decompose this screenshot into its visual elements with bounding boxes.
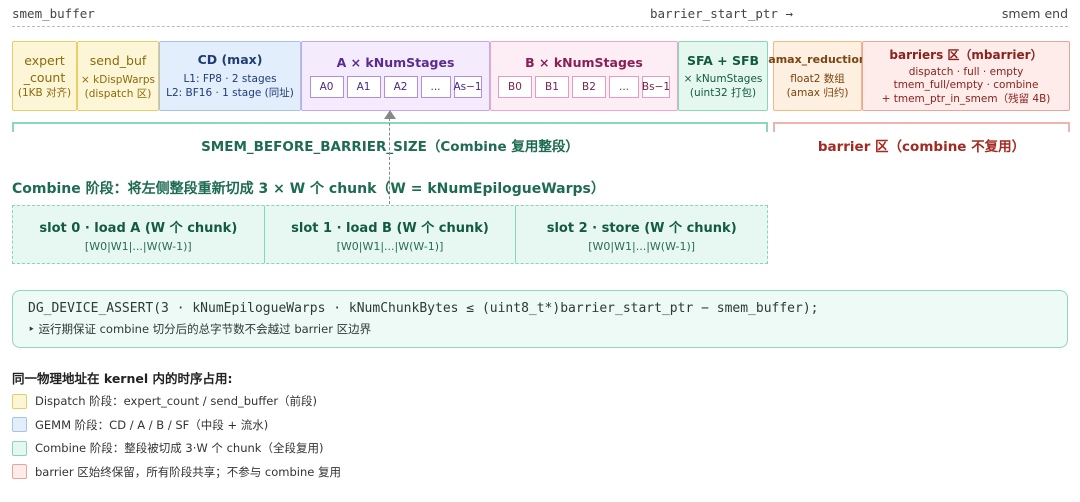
b-stage-row: B0 B1 B2 ... Bs−1 bbox=[498, 75, 670, 98]
slot-2-sub: [W0|W1|...|W(W-1)] bbox=[588, 239, 696, 253]
b-stage-cell: ... bbox=[609, 75, 639, 98]
legend-text-gemm: GEMM 阶段：CD / A / B / SF（中段 + 流水) bbox=[35, 417, 269, 432]
segment-sfa-sfb: SFA + SFB × kNumStages (uint32 打包) bbox=[678, 41, 768, 111]
segment-barriers: barriers 区（mbarrier） dispatch · full · e… bbox=[862, 41, 1070, 111]
device-assert-box: DG_DEVICE_ASSERT(3 · kNumEpilogueWarps ·… bbox=[12, 290, 1068, 348]
legend-item-gemm: GEMM 阶段：CD / A / B / SF（中段 + 流水) bbox=[12, 417, 341, 433]
segment-amax-reduction: amax_reduction float2 数组 (amax 归约) bbox=[768, 41, 867, 111]
segment-send-buf-sub2: (dispatch 区) bbox=[84, 87, 152, 100]
before-barrier-size-label: SMEM_BEFORE_BARRIER_SIZE（Combine 复用整段） bbox=[201, 139, 579, 155]
legend-swatch-barrier bbox=[12, 464, 27, 479]
combine-slots: slot 0 · load A (W 个 chunk) [W0|W1|...|W… bbox=[12, 205, 768, 264]
segment-send-buf-title: send_buf bbox=[89, 52, 147, 68]
segment-barriers-title: barriers 区（mbarrier） bbox=[889, 47, 1043, 62]
segment-send-buf: send_buf × kDispWarps (dispatch 区) bbox=[77, 41, 159, 111]
b-stage-cell: B1 bbox=[535, 75, 569, 98]
assert-code: DG_DEVICE_ASSERT(3 · kNumEpilogueWarps ·… bbox=[28, 301, 819, 316]
segment-sf-sub2: (uint32 打包) bbox=[689, 86, 757, 99]
legend-text-combine: Combine 阶段：整段被切成 3·W 个 chunk（全段复用) bbox=[35, 441, 324, 455]
slot-0-title: slot 0 · load A (W 个 chunk) bbox=[39, 220, 238, 236]
segment-expert-count: expert _count (1KB 对齐) bbox=[12, 41, 77, 111]
a-stage-cell: As−1 bbox=[453, 75, 482, 98]
legend-text-dispatch: Dispatch 阶段：expert_count / send_buffer（前… bbox=[35, 394, 318, 408]
segment-b-stages: B × kNumStages B0 B1 B2 ... Bs−1 bbox=[490, 41, 678, 111]
segment-send-buf-sub1: × kDispWarps bbox=[81, 73, 155, 86]
b-stage-cell: B2 bbox=[572, 75, 606, 98]
b-stage-cell: Bs−1 bbox=[642, 75, 670, 98]
a-stage-cell: A1 bbox=[346, 75, 381, 98]
slot-2-title: slot 2 · store (W 个 chunk) bbox=[546, 220, 737, 236]
segment-amax-sub2: (amax 归约) bbox=[786, 86, 849, 99]
segment-b-title: B × kNumStages bbox=[525, 54, 643, 70]
segment-amax-sub1: float2 数组 bbox=[790, 72, 845, 85]
barrier-region-bracket bbox=[773, 122, 1070, 132]
slot-0: slot 0 · load A (W 个 chunk) [W0|W1|...|W… bbox=[13, 206, 264, 263]
legend-swatch-gemm bbox=[12, 417, 27, 432]
slot-1: slot 1 · load B (W 个 chunk) [W0|W1|...|W… bbox=[263, 206, 516, 263]
segment-a-stages: A × kNumStages A0 A1 A2 ... As−1 bbox=[301, 41, 490, 111]
segment-amax-title: amax_reduction bbox=[768, 52, 867, 66]
barrier-region-label: barrier 区（combine 不复用） bbox=[817, 139, 1026, 155]
legend: Dispatch 阶段：expert_count / send_buffer（前… bbox=[12, 393, 341, 487]
b-stage-cell: B0 bbox=[498, 75, 532, 98]
segment-expert-sub: (1KB 对齐) bbox=[17, 87, 72, 99]
smem-buffer-label: smem_buffer bbox=[12, 6, 95, 21]
segment-barriers-sub2: tmem_full/empty · combine bbox=[893, 79, 1039, 92]
segment-expert-title-2: _count bbox=[23, 70, 66, 85]
legend-swatch-dispatch bbox=[12, 393, 27, 409]
legend-item-dispatch: Dispatch 阶段：expert_count / send_buffer（前… bbox=[12, 393, 341, 409]
segment-expert-title-1: expert bbox=[24, 53, 65, 68]
smem-end-label: smem end bbox=[1001, 6, 1068, 21]
segment-barriers-sub3: + tmem_ptr_in_smem（残留 4B) bbox=[881, 92, 1051, 105]
segment-sf-sub1: × kNumStages bbox=[683, 72, 763, 85]
segment-cd-sub2: L2: BF16 · 1 stage (同址) bbox=[166, 87, 294, 99]
segment-cd-sub1: L1: FP8 · 2 stages bbox=[183, 73, 277, 85]
combine-stage-title: Combine 阶段：将左侧整段重新切成 3 × W 个 chunk（W = k… bbox=[12, 181, 605, 197]
address-axis bbox=[12, 26, 1068, 27]
legend-title: 同一物理地址在 kernel 内的时序占用: bbox=[12, 371, 233, 386]
slot-2: slot 2 · store (W 个 chunk) [W0|W1|...|W(… bbox=[515, 206, 767, 263]
legend-item-barrier: barrier 区始终保留，所有阶段共享；不参与 combine 复用 bbox=[12, 464, 341, 480]
slot-1-sub: [W0|W1|...|W(W-1)] bbox=[336, 239, 444, 253]
slot-0-sub: [W0|W1|...|W(W-1)] bbox=[84, 239, 192, 253]
a-stage-cell: A0 bbox=[309, 75, 344, 98]
slot-1-title: slot 1 · load B (W 个 chunk) bbox=[291, 220, 489, 236]
barrier-start-ptr-label: barrier_start_ptr → bbox=[650, 6, 793, 21]
a-stage-row: A0 A1 A2 ... As−1 bbox=[309, 75, 482, 98]
a-stage-cell: A2 bbox=[383, 75, 418, 98]
segment-barriers-sub1: dispatch · full · empty bbox=[908, 65, 1024, 78]
a-stage-cell: ... bbox=[420, 75, 451, 98]
segment-a-title: A × kNumStages bbox=[336, 54, 455, 70]
segment-sf-title: SFA + SFB bbox=[686, 52, 760, 68]
legend-text-barrier: barrier 区始终保留，所有阶段共享；不参与 combine 复用 bbox=[35, 464, 341, 479]
legend-item-combine: Combine 阶段：整段被切成 3·W 个 chunk（全段复用) bbox=[12, 440, 341, 456]
assert-note: ‣ 运行期保证 combine 切分后的总字节数不会越过 barrier 区边界 bbox=[28, 322, 372, 336]
legend-swatch-combine bbox=[12, 440, 27, 456]
before-barrier-bracket bbox=[12, 122, 768, 132]
segment-cd: CD (max) L1: FP8 · 2 stages L2: BF16 · 1… bbox=[159, 41, 301, 111]
reuse-pointer-arrowhead bbox=[384, 110, 396, 119]
segment-cd-title: CD (max) bbox=[197, 52, 263, 67]
